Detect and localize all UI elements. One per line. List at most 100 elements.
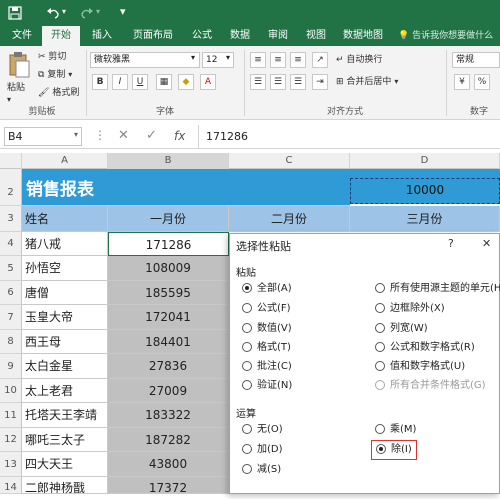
header-cell-jan[interactable]: 一月份 <box>108 206 229 232</box>
tab-page-layout[interactable]: 页面布局 <box>124 26 182 46</box>
row-header[interactable]: 13 <box>0 452 22 477</box>
customize-toolbar-icon[interactable]: ▾ <box>120 5 126 18</box>
fill-color-icon[interactable]: ◆ <box>178 74 194 90</box>
radio-paste-values[interactable]: 数值(V) <box>242 322 292 336</box>
tell-me-box[interactable]: 💡 告诉我你想要做什么 <box>398 26 493 46</box>
tab-file[interactable]: 文件 <box>4 26 40 46</box>
undo-icon[interactable] <box>46 6 60 20</box>
radio-op-multiply[interactable]: 乘(M) <box>375 423 416 437</box>
font-name-dropdown-icon[interactable]: ▾ <box>191 53 195 62</box>
row-header[interactable]: 7 <box>0 305 22 330</box>
name-cell[interactable]: 西王母 <box>22 330 108 354</box>
name-cell[interactable]: 二郎神杨戬 <box>22 477 108 494</box>
close-icon[interactable]: ✕ <box>482 237 491 250</box>
row-header[interactable]: 11 <box>0 403 22 428</box>
header-cell-feb[interactable]: 二月份 <box>229 206 350 232</box>
font-name-combo[interactable]: 微软雅黑 <box>90 52 200 68</box>
name-cell[interactable]: 托塔天王李靖 <box>22 403 108 428</box>
radio-paste-formats[interactable]: 格式(T) <box>242 341 291 355</box>
bold-button[interactable]: B <box>92 74 108 90</box>
orientation-icon[interactable]: ↗ <box>312 52 328 68</box>
redo-dropdown-icon[interactable]: ▾ <box>96 7 100 16</box>
tab-insert[interactable]: 插入 <box>82 26 122 46</box>
cut-button[interactable]: ✂ 剪切 <box>38 49 66 65</box>
radio-paste-merge-conditional[interactable]: 所有合并条件格式(G) <box>375 379 486 393</box>
formula-input[interactable]: 171286 <box>206 130 248 143</box>
copy-button[interactable]: ⧉ 复制 ▾ <box>38 67 72 83</box>
name-cell[interactable]: 哪吒三太子 <box>22 428 108 452</box>
jan-cell[interactable]: 184401 <box>108 330 229 354</box>
tab-home[interactable]: 开始 <box>42 26 80 46</box>
tab-formulas[interactable]: 公式 <box>184 26 220 46</box>
indent-icon[interactable]: ⇥ <box>312 74 328 90</box>
align-right-icon[interactable]: ☰ <box>290 74 306 90</box>
borders-icon[interactable]: ▦ <box>156 74 172 90</box>
italic-button[interactable]: I <box>112 74 128 90</box>
radio-op-divide[interactable]: 除(I) <box>371 440 417 460</box>
align-left-icon[interactable]: ☰ <box>250 74 266 90</box>
jan-cell[interactable]: 183322 <box>108 403 229 428</box>
percent-icon[interactable]: % <box>474 74 490 90</box>
jan-cell[interactable]: 27836 <box>108 354 229 379</box>
tab-view[interactable]: 视图 <box>298 26 334 46</box>
radio-paste-source-theme[interactable]: 所有使用源主题的单元(H) <box>375 282 500 296</box>
help-icon[interactable]: ? <box>448 237 454 250</box>
row-header[interactable]: 2 <box>0 169 22 206</box>
cell-d2-copied[interactable]: 10000 <box>350 178 500 204</box>
name-cell[interactable]: 孙悟空 <box>22 256 108 281</box>
jan-cell[interactable]: 187282 <box>108 428 229 452</box>
insert-function-icon[interactable]: fx <box>174 129 185 143</box>
name-cell[interactable]: 唐僧 <box>22 281 108 305</box>
underline-button[interactable]: U <box>132 74 148 90</box>
jan-cell[interactable]: 108009 <box>108 256 229 281</box>
save-icon[interactable] <box>8 6 22 20</box>
enter-check-icon[interactable]: ✓ <box>146 128 157 143</box>
row-header[interactable]: 8 <box>0 330 22 354</box>
currency-icon[interactable]: ¥ <box>454 74 470 90</box>
row-header[interactable]: 12 <box>0 428 22 452</box>
report-title-cell[interactable]: 销售报表 <box>22 169 350 206</box>
row-header[interactable]: 3 <box>0 206 22 232</box>
jan-cell[interactable]: 185595 <box>108 281 229 305</box>
name-cell[interactable]: 太白金星 <box>22 354 108 379</box>
radio-paste-except-borders[interactable]: 边框除外(X) <box>375 302 445 316</box>
column-header-b[interactable]: B <box>108 153 229 169</box>
radio-op-subtract[interactable]: 减(S) <box>242 463 281 477</box>
merge-center-button[interactable]: ⊞ 合并后居中 ▾ <box>336 74 398 90</box>
jan-cell[interactable]: 17372 <box>108 477 229 494</box>
font-size-dropdown-icon[interactable]: ▾ <box>226 53 230 62</box>
tab-review[interactable]: 审阅 <box>260 26 296 46</box>
row-header[interactable]: 14 <box>0 477 22 494</box>
name-cell[interactable]: 猪八戒 <box>22 232 108 256</box>
name-box[interactable]: B4 <box>4 127 82 146</box>
align-bottom-icon[interactable]: ≡ <box>290 52 306 68</box>
column-header-d[interactable]: D <box>350 153 500 169</box>
cancel-icon[interactable]: ✕ <box>118 128 129 143</box>
name-cell[interactable]: 玉皇大帝 <box>22 305 108 330</box>
radio-paste-formulas[interactable]: 公式(F) <box>242 302 291 316</box>
radio-paste-column-widths[interactable]: 列宽(W) <box>375 322 428 336</box>
radio-paste-formulas-numbers[interactable]: 公式和数字格式(R) <box>375 341 475 355</box>
align-center-icon[interactable]: ☰ <box>270 74 286 90</box>
font-color-icon[interactable]: A <box>200 74 216 90</box>
number-format-combo[interactable]: 常规 <box>452 52 500 68</box>
radio-op-none[interactable]: 无(O) <box>242 423 283 437</box>
radio-paste-values-numbers[interactable]: 值和数字格式(U) <box>375 360 465 374</box>
tab-data[interactable]: 数据 <box>222 26 258 46</box>
row-header[interactable]: 9 <box>0 354 22 379</box>
header-cell-name[interactable]: 姓名 <box>22 206 108 232</box>
row-header[interactable]: 10 <box>0 379 22 403</box>
select-all-corner[interactable] <box>0 153 22 169</box>
column-header-c[interactable]: C <box>229 153 350 169</box>
name-cell[interactable]: 四大天王 <box>22 452 108 477</box>
tab-data-map[interactable]: 数据地图 <box>336 26 390 46</box>
redo-icon[interactable] <box>80 6 94 20</box>
paste-icon[interactable] <box>8 51 30 79</box>
radio-paste-comments[interactable]: 批注(C) <box>242 360 292 374</box>
align-top-icon[interactable]: ≡ <box>250 52 266 68</box>
jan-cell[interactable]: 172041 <box>108 305 229 330</box>
format-painter-button[interactable]: 🖌 格式刷 <box>38 85 79 101</box>
radio-op-add[interactable]: 加(D) <box>242 443 283 457</box>
undo-dropdown-icon[interactable]: ▾ <box>62 7 66 16</box>
jan-cell-active[interactable]: 171286 <box>108 232 229 256</box>
